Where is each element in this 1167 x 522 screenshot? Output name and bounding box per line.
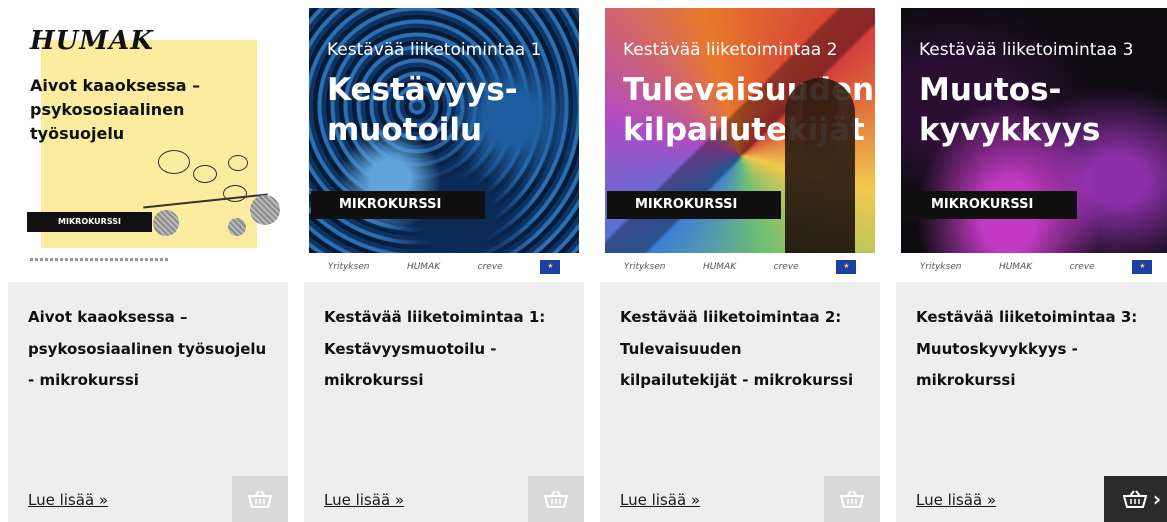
poster-footer-text: [30, 258, 170, 261]
course-card: Kestävää liiketoimintaa 1 Kestävyys-muot…: [304, 0, 584, 522]
partner-logos: Yrityksen HUMAK creve: [901, 255, 1167, 279]
course-info-panel: Kestävää liiketoimintaa 2: Tulevaisuuden…: [600, 282, 880, 522]
yarn-ball-illustration: [228, 218, 246, 236]
course-info-panel: Aivot kaaoksessa – psykososiaalinen työs…: [8, 282, 288, 522]
course-image[interactable]: HUMAK Aivot kaaoksessa – psykososiaaline…: [8, 0, 288, 282]
course-title[interactable]: Kestävää liiketoimintaa 1: Kestävyysmuot…: [324, 302, 564, 397]
course-image[interactable]: Kestävää liiketoimintaa 2 Tulevaisuuden …: [600, 0, 880, 282]
eu-flag-icon: [540, 260, 561, 274]
partner-logo: creve: [1069, 262, 1095, 272]
course-badge: MIKROKURSSI: [903, 191, 1077, 219]
read-more-link[interactable]: Lue lisää »: [324, 491, 404, 509]
read-more-link[interactable]: Lue lisää »: [28, 491, 108, 509]
course-info-panel: Kestävää liiketoimintaa 1: Kestävyysmuot…: [304, 282, 584, 522]
course-card: Kestävää liiketoimintaa 3 Muutos-kyvykky…: [896, 0, 1167, 522]
add-to-cart-button[interactable]: ›: [1104, 476, 1167, 522]
image-subtitle: Kestävää liiketoimintaa 3: [919, 40, 1134, 60]
partner-logos: Yrityksen HUMAK creve: [309, 255, 579, 279]
read-more-link[interactable]: Lue lisää »: [620, 491, 700, 509]
basket-icon: [544, 490, 568, 508]
image-title: Tulevaisuuden kilpailutekijät: [623, 72, 875, 148]
humak-logo: HUMAK: [30, 26, 154, 56]
partner-logo: HUMAK: [406, 262, 441, 272]
partner-logo: creve: [773, 262, 799, 272]
course-image[interactable]: Kestävää liiketoimintaa 1 Kestävyys-muot…: [304, 0, 584, 282]
poster-title: Aivot kaaoksessa – psykososiaalinen työs…: [30, 76, 201, 143]
partner-logo: HUMAK: [702, 262, 737, 272]
course-poster: HUMAK Aivot kaaoksessa – psykososiaaline…: [8, 0, 288, 282]
course-badge: MIKROKURSSI: [27, 212, 152, 232]
yarn-ball-illustration: [250, 195, 280, 225]
basket-icon: [840, 490, 864, 508]
course-image-art: Kestävää liiketoimintaa 2 Tulevaisuuden …: [605, 8, 875, 253]
course-image[interactable]: Kestävää liiketoimintaa 3 Muutos-kyvykky…: [896, 0, 1167, 282]
chevron-right-icon: ›: [1152, 487, 1162, 511]
add-to-cart-button[interactable]: [824, 476, 880, 522]
course-badge: MIKROKURSSI: [311, 191, 485, 219]
basket-icon: [248, 490, 272, 508]
course-image-art: Kestävää liiketoimintaa 1 Kestävyys-muot…: [309, 8, 579, 253]
image-title: Kestävyys-muotoilu: [327, 72, 518, 148]
partner-logo: Yrityksen: [327, 262, 370, 272]
partner-logo: Yrityksen: [919, 262, 962, 272]
image-subtitle: Kestävää liiketoimintaa 1: [327, 40, 542, 60]
basket-icon: [1122, 490, 1147, 508]
partner-logo: creve: [477, 262, 503, 272]
course-title[interactable]: Kestävää liiketoimintaa 3: Muutoskyvykky…: [916, 302, 1156, 397]
bird-illustration: [228, 155, 248, 171]
add-to-cart-button[interactable]: [232, 476, 288, 522]
read-more-link[interactable]: Lue lisää »: [916, 491, 996, 509]
partner-logos: Yrityksen HUMAK creve: [605, 255, 875, 279]
course-title[interactable]: Kestävää liiketoimintaa 2: Tulevaisuuden…: [620, 302, 860, 397]
partner-logo: Yrityksen: [623, 262, 666, 272]
course-image-art: Kestävää liiketoimintaa 3 Muutos-kyvykky…: [901, 8, 1167, 253]
course-title[interactable]: Aivot kaaoksessa – psykososiaalinen työs…: [28, 302, 268, 397]
bird-illustration: [158, 150, 190, 174]
eu-flag-icon: [1132, 260, 1153, 274]
image-subtitle: Kestävää liiketoimintaa 2: [623, 40, 838, 60]
partner-logo: HUMAK: [998, 262, 1033, 272]
course-info-panel: Kestävää liiketoimintaa 3: Muutoskyvykky…: [896, 282, 1167, 522]
add-to-cart-button[interactable]: [528, 476, 584, 522]
image-title: Muutos-kyvykkyys: [919, 72, 1101, 148]
bird-illustration: [193, 165, 217, 183]
course-card: HUMAK Aivot kaaoksessa – psykososiaaline…: [8, 0, 288, 522]
eu-flag-icon: [836, 260, 857, 274]
course-badge: MIKROKURSSI: [607, 191, 781, 219]
yarn-ball-illustration: [153, 210, 179, 236]
course-card: Kestävää liiketoimintaa 2 Tulevaisuuden …: [600, 0, 880, 522]
